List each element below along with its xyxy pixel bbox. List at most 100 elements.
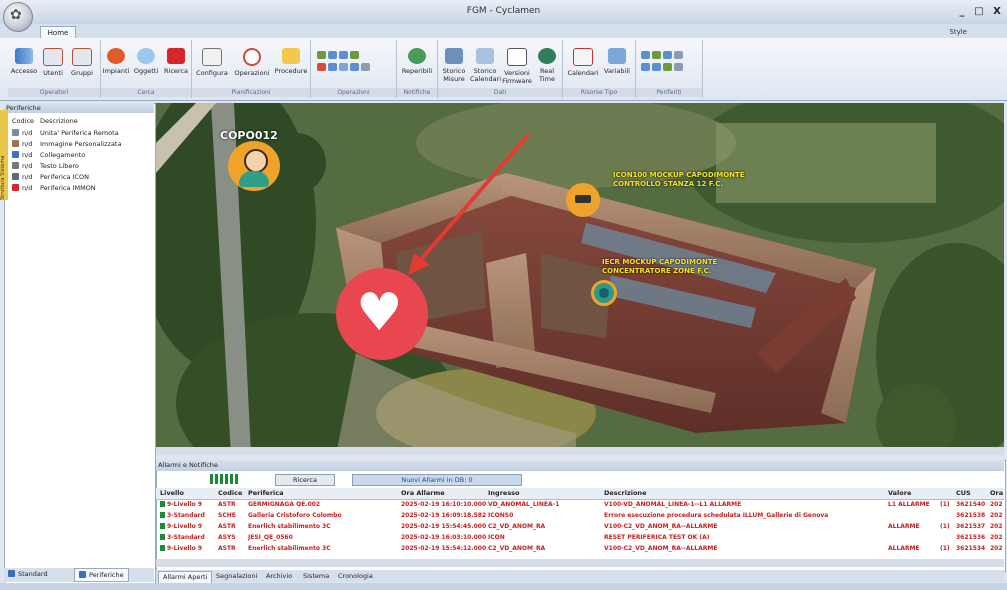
device-description: Periferica ICON	[40, 173, 89, 181]
group-label: Pianificazioni	[192, 88, 310, 97]
tool-icon[interactable]	[339, 63, 348, 71]
procedure-button[interactable]: Procedure	[273, 48, 309, 75]
alarm-row[interactable]: 3-Standard SCHE Galleria Cristoforo Colomb…	[156, 511, 1004, 521]
column-ora[interactable]: Ora	[990, 488, 1003, 499]
column-descrizione[interactable]: Descrizione	[604, 488, 646, 499]
tab-cronologia[interactable]: Cronologia	[338, 571, 373, 582]
device1-label-line1: ICON100 MOCKUP CAPODIMONTE	[613, 171, 745, 179]
tool-icon[interactable]	[361, 63, 370, 71]
device-list-item[interactable]: n/d Periferica IMMON	[12, 183, 96, 194]
column-ora-allarme[interactable]: Ora Allarme	[401, 488, 445, 499]
alarms-tabs: Allarmi Aperti Segnalazioni Archivio Sis…	[156, 570, 1004, 584]
alarm-cell-time: 2025-02-19 16:10:10.000	[401, 501, 487, 508]
tool-icon[interactable]	[328, 51, 337, 59]
device-description: Collegamento	[40, 151, 86, 159]
device-marker-icon100[interactable]	[566, 183, 600, 217]
tool-icon[interactable]	[328, 63, 337, 71]
column-livello[interactable]: Livello	[160, 488, 184, 499]
tool-icon[interactable]	[641, 51, 650, 59]
map-horizontal-scrollbar[interactable]	[156, 447, 1004, 455]
heart-marker[interactable]: ♥	[336, 268, 428, 360]
reperibili-button[interactable]: Reperibili	[398, 48, 436, 75]
tool-icon[interactable]	[317, 51, 326, 59]
device-list-item[interactable]: n/d Unita' Periferica Remota	[12, 128, 119, 139]
tool-icon[interactable]	[663, 63, 672, 71]
utenti-button[interactable]: Utenti	[40, 48, 66, 77]
device-list-item[interactable]: n/d Testo Libero	[12, 161, 79, 172]
tab-archivio[interactable]: Archivio	[266, 571, 292, 582]
style-menu[interactable]: Style	[949, 28, 967, 36]
device-marker-iecr[interactable]	[591, 280, 617, 306]
tab-segnalazioni[interactable]: Segnalazioni	[216, 571, 257, 582]
device-list-item[interactable]: n/d Collegamento	[12, 150, 85, 161]
impianti-button[interactable]: Impianti	[102, 48, 130, 75]
alarm-cell-level: 3-Standard	[160, 533, 205, 543]
map-view[interactable]: COPO012 ♥ ICON100 MOCKUP CAPODIMONTE CON…	[156, 103, 1004, 455]
alarms-panel-title: Allarmi e Notifiche	[158, 461, 218, 469]
tool-icon[interactable]	[674, 63, 683, 71]
tool-icon[interactable]	[350, 63, 359, 71]
tab-periferiche[interactable]: Periferiche	[74, 568, 129, 582]
login-icon	[15, 48, 33, 64]
alarm-cell-ora: 202	[990, 545, 1003, 552]
measures-history-icon	[445, 48, 463, 64]
alarm-cell-code: ASTR	[218, 501, 236, 508]
alarm-cell-description: Errore esecuzione procedura schedulata I…	[604, 512, 829, 519]
storico-misure-button[interactable]: Storico Misure	[440, 48, 468, 83]
tool-icon[interactable]	[674, 51, 683, 59]
real-time-button[interactable]: Real Time	[534, 48, 560, 83]
alarm-row[interactable]: 9-Livello 9 ASTR Enerlich stabilimento 3C 2…	[156, 544, 1004, 554]
side-tab-system-structure[interactable]: Struttura Sistema	[0, 110, 8, 200]
tab-sistema[interactable]: Sistema	[303, 571, 329, 582]
tool-icon[interactable]	[317, 63, 326, 71]
alarms-horizontal-scrollbar[interactable]	[156, 559, 1004, 567]
router-icon	[575, 195, 591, 203]
ricerca-button[interactable]: Ricerca	[162, 48, 190, 75]
alarm-cell-description: V100-C2_VD_ANOM_RA--ALLARME	[604, 523, 718, 530]
storico-calendari-button[interactable]: Storico Calendari	[470, 48, 501, 83]
alarm-cell-code: ASTR	[218, 523, 236, 530]
variabili-button[interactable]: Variabili	[601, 48, 633, 75]
configura-button[interactable]: Configura	[194, 48, 230, 77]
versioni-firmware-button[interactable]: Versioni Firmware	[502, 48, 532, 85]
tool-icon[interactable]	[663, 51, 672, 59]
maximize-button[interactable]: □	[972, 6, 986, 18]
aerial-map	[156, 103, 1004, 455]
alarm-row[interactable]: 3-Standard ASYS JESI_QE_0560 2025-02-19 16:…	[156, 533, 1004, 543]
tab-standard[interactable]: Standard	[8, 570, 48, 578]
calendari-button[interactable]: Calendari	[565, 48, 601, 77]
accesso-button[interactable]: Accesso	[10, 48, 38, 75]
oggetti-button[interactable]: Oggetti	[132, 48, 160, 75]
column-periferica[interactable]: Periferica	[248, 488, 284, 499]
tool-icon[interactable]	[339, 51, 348, 59]
app-menu-orb[interactable]: ✿	[3, 2, 33, 32]
tool-icon[interactable]	[652, 51, 661, 59]
column-valore[interactable]: Valore	[888, 488, 911, 499]
tool-icon[interactable]	[652, 63, 661, 71]
button-label: Oggetti	[133, 67, 159, 75]
alarm-cell-time: 2025-02-19 16:03:10.000	[401, 534, 487, 541]
column-codice[interactable]: Codice	[218, 488, 242, 499]
column-ingresso[interactable]: Ingresso	[488, 488, 520, 499]
operazioni-button[interactable]: Operazioni	[232, 48, 272, 77]
column-code: Codice	[12, 117, 35, 125]
search-alarms-button[interactable]: Ricerca	[275, 474, 335, 486]
calendar-history-icon	[476, 48, 494, 64]
device-list-item[interactable]: n/d Immagine Personalizzata	[12, 139, 121, 150]
alarm-row[interactable]: 9-Livello 9 ASTR Enerlich stabilimento 3C 2…	[156, 522, 1004, 532]
button-label: Utenti	[43, 69, 63, 77]
minimize-button[interactable]: _	[955, 6, 969, 18]
procedures-icon	[282, 48, 300, 64]
user-marker[interactable]	[228, 141, 280, 191]
tool-icon[interactable]	[641, 63, 650, 71]
column-cus[interactable]: CUS	[956, 488, 971, 499]
alarm-level-icon	[160, 523, 165, 529]
alarm-row[interactable]: 9-Livello 9 ASTR GERMIGNAGA QE.002 2025-02-…	[156, 500, 1004, 510]
device-list-item[interactable]: n/d Periferica ICON	[12, 172, 89, 183]
tool-icon[interactable]	[350, 51, 359, 59]
close-button[interactable]: X	[990, 6, 1004, 18]
gruppi-button[interactable]: Gruppi	[68, 48, 96, 77]
panel-title: Periferiche	[6, 104, 41, 112]
search-icon	[167, 48, 185, 64]
icon-device-icon	[12, 173, 19, 180]
